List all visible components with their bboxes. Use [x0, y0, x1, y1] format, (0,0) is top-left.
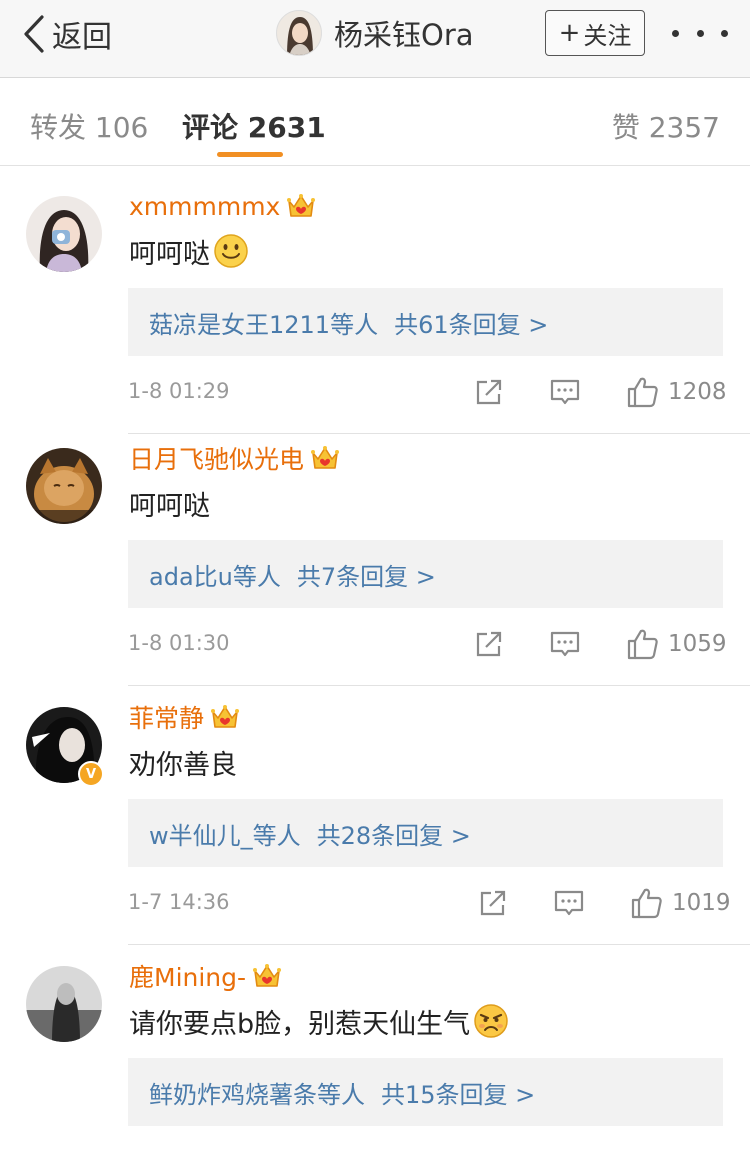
timestamp: 1-7 14:36: [128, 890, 230, 914]
more-icon[interactable]: [672, 16, 728, 50]
reply-count: 共61条回复 >: [394, 310, 549, 339]
comment-item: xmmmmmx 呵呵哒 菇凉是女王1211等人 共61条回复 > 1-8 01:…: [0, 175, 750, 434]
username-text: 菲常静: [129, 704, 205, 733]
smile-emoji-icon: [214, 234, 248, 268]
thumbs-up-icon: [626, 627, 660, 661]
crown-icon: [252, 963, 282, 989]
profile-header[interactable]: 杨采钰Ora: [276, 9, 474, 57]
comment-meta: 1-8 01:29 1208: [128, 373, 727, 413]
username-text: 日月飞驰似光电: [129, 445, 305, 474]
crown-icon: [310, 445, 340, 471]
like-button[interactable]: 1019: [630, 886, 731, 920]
crown-icon: [286, 193, 316, 219]
timestamp: 1-8 01:30: [128, 631, 230, 655]
back-button[interactable]: 返回: [22, 12, 112, 56]
reply-count: 共28条回复 >: [316, 821, 471, 850]
verified-badge-icon: V: [78, 761, 104, 787]
reply-users: w半仙儿_等人: [149, 821, 301, 850]
follow-label: 关注: [583, 21, 632, 50]
reply-summary[interactable]: 菇凉是女王1211等人 共61条回复 >: [128, 288, 723, 356]
tab-repost[interactable]: 转发 106: [30, 106, 148, 146]
tab-comment[interactable]: 评论 2631: [182, 106, 326, 146]
chevron-left-icon: [24, 15, 44, 53]
angry-emoji-icon: [474, 1004, 508, 1038]
tab-bar: 转发 106 评论 2631 赞 2357: [0, 78, 750, 166]
username-text: xmmmmmx: [129, 191, 281, 221]
reply-summary[interactable]: w半仙儿_等人 共28条回复 >: [128, 799, 723, 867]
comment-username[interactable]: 日月飞驰似光电: [129, 441, 340, 475]
avatar[interactable]: [276, 10, 322, 56]
comment-item: V 菲常静 劝你善良 w半仙儿_等人 共28条回复 > 1-7 14:36 10…: [0, 686, 750, 945]
thumbs-up-icon: [630, 886, 664, 920]
back-label: 返回: [52, 20, 112, 55]
comment-text: 呵呵哒: [129, 483, 210, 523]
avatar[interactable]: [26, 196, 102, 272]
share-icon[interactable]: [472, 627, 506, 661]
page-title: 杨采钰Ora: [334, 18, 474, 52]
comment-icon[interactable]: [552, 886, 586, 920]
comment-text-content: 请你要点b脸，别惹天仙生气: [129, 1008, 471, 1040]
reply-summary[interactable]: ada比u等人 共7条回复 >: [128, 540, 723, 608]
like-count: 1059: [668, 631, 727, 657]
comment-item: 鹿Mining- 请你要点b脸，别惹天仙生气 鲜奶炸鸡烧薯条等人 共15条回复 …: [0, 945, 750, 1153]
nav-bar: 返回 杨采钰Ora + 关注: [0, 0, 750, 78]
follow-button[interactable]: + 关注: [545, 10, 645, 56]
like-button[interactable]: 1059: [626, 627, 727, 661]
reply-count: 共7条回复 >: [296, 562, 436, 591]
more-dot: [721, 29, 728, 37]
crown-icon: [210, 704, 240, 730]
like-count: 1019: [672, 890, 731, 916]
comment-icon[interactable]: [548, 627, 582, 661]
thumbs-up-icon: [626, 375, 660, 409]
comment-text: 劝你善良: [129, 742, 237, 782]
comment-text-content: 呵呵哒: [129, 490, 210, 522]
comment-username[interactable]: 菲常静: [129, 700, 240, 734]
comment-meta: 1-7 14:36 1019: [128, 884, 731, 924]
comment-username[interactable]: xmmmmmx: [129, 189, 316, 223]
comment-icon[interactable]: [548, 375, 582, 409]
comment-username[interactable]: 鹿Mining-: [129, 959, 282, 993]
comment-text: 呵呵哒: [129, 231, 249, 271]
share-icon[interactable]: [472, 375, 506, 409]
comment-meta: 1-8 01:30 1059: [128, 625, 727, 665]
active-tab-indicator: [217, 152, 283, 157]
comment-text: 请你要点b脸，别惹天仙生气: [129, 1001, 509, 1041]
tab-like[interactable]: 赞 2357: [612, 106, 720, 146]
plus-icon: +: [558, 18, 581, 48]
timestamp: 1-8 01:29: [128, 379, 230, 403]
reply-users: ada比u等人: [149, 562, 281, 591]
more-dot: [696, 29, 704, 37]
reply-summary[interactable]: 鲜奶炸鸡烧薯条等人 共15条回复 >: [128, 1058, 723, 1126]
comment-text-content: 呵呵哒: [129, 238, 210, 270]
comment-text-content: 劝你善良: [129, 749, 237, 781]
comment-item: 日月飞驰似光电 呵呵哒 ada比u等人 共7条回复 > 1-8 01:30 10…: [0, 427, 750, 686]
like-count: 1208: [668, 379, 727, 405]
avatar[interactable]: [26, 448, 102, 524]
username-text: 鹿Mining-: [129, 963, 247, 992]
more-dot: [672, 29, 679, 37]
avatar[interactable]: [26, 966, 102, 1042]
reply-count: 共15条回复 >: [381, 1080, 536, 1109]
like-button[interactable]: 1208: [626, 375, 727, 409]
reply-users: 鲜奶炸鸡烧薯条等人: [149, 1080, 365, 1109]
reply-users: 菇凉是女王1211等人: [149, 310, 379, 339]
share-icon[interactable]: [476, 886, 510, 920]
